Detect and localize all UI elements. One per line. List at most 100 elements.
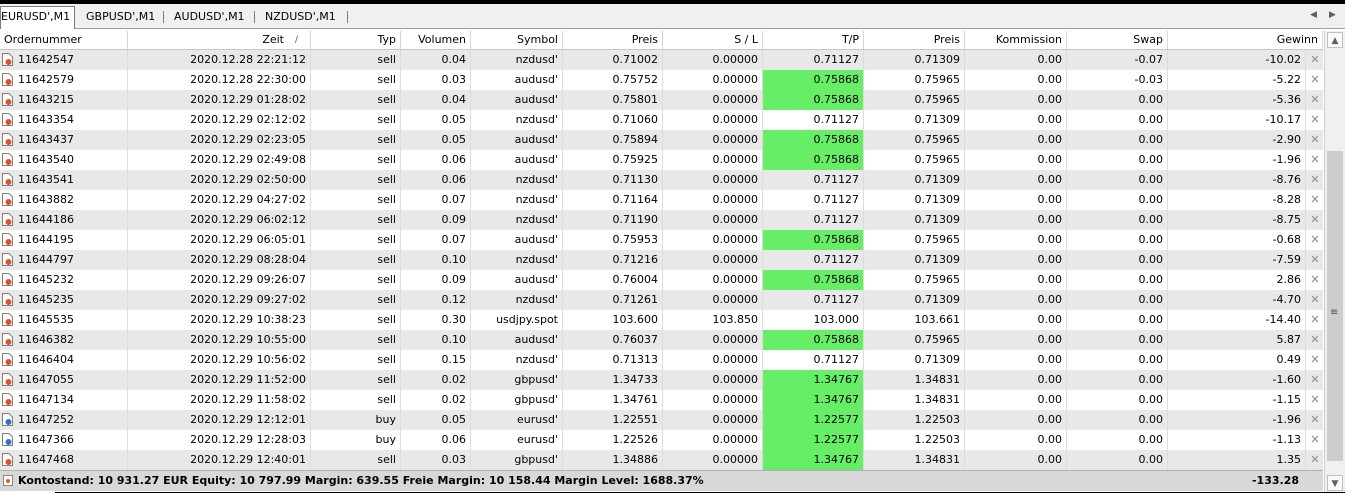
column-header-symbol[interactable]: Symbol (471, 31, 563, 49)
order-number: 11643437 (18, 133, 74, 146)
column-header-gewinn[interactable]: Gewinn (1168, 31, 1323, 49)
sell-order-icon (2, 373, 13, 386)
order-row[interactable]: 11647134 2020.12.29 11:58:02 sell 0.02 gbpus… (0, 390, 1323, 410)
order-row[interactable]: 11643354 2020.12.29 02:12:02 sell 0.05 nzdus… (0, 110, 1323, 130)
order-row[interactable]: 11645535 2020.12.29 10:38:23 sell 0.30 usdjp… (0, 310, 1323, 330)
order-row[interactable]: 11644186 2020.12.29 06:02:12 sell 0.09 nzdus… (0, 210, 1323, 230)
column-header-tp[interactable]: T/P (763, 31, 864, 49)
close-order-icon[interactable]: ✕ (1309, 250, 1321, 270)
scrollbar-thumb[interactable] (1327, 151, 1343, 461)
sell-order-icon (2, 453, 13, 466)
order-row[interactable]: 11643882 2020.12.29 04:27:02 sell 0.07 nzdus… (0, 190, 1323, 210)
tab-gbpusd[interactable]: GBPUSD',M1 (78, 7, 163, 27)
close-order-icon[interactable]: ✕ (1309, 150, 1321, 170)
column-header-swap[interactable]: Swap (1067, 31, 1168, 49)
cell-time: 2020.12.29 10:38:23 (128, 310, 311, 330)
cell-commission: 0.00 (965, 410, 1067, 430)
cell-profit: -5.36 (1168, 90, 1306, 110)
cell-time: 2020.12.28 22:21:12 (128, 50, 311, 70)
close-order-icon[interactable]: ✕ (1309, 370, 1321, 390)
close-order-icon[interactable]: ✕ (1309, 390, 1321, 410)
cell-stop-loss: 0.00000 (663, 330, 763, 350)
column-header-sl[interactable]: S / L (663, 31, 763, 49)
cell-stop-loss: 103.850 (663, 310, 763, 330)
tab-scroll-right-icon[interactable]: ▶ (1329, 10, 1336, 20)
cell-volume: 0.06 (401, 150, 471, 170)
tab-audusd[interactable]: AUDUSD',M1 (166, 7, 253, 27)
cell-profit: -14.40 (1168, 310, 1306, 330)
cell-time: 2020.12.29 11:58:02 (128, 390, 311, 410)
order-row[interactable]: 11642547 2020.12.28 22:21:12 sell 0.04 nzdus… (0, 50, 1323, 70)
order-row[interactable]: 11645235 2020.12.29 09:27:02 sell 0.12 nzdus… (0, 290, 1323, 310)
order-number: 11647468 (18, 453, 74, 466)
order-row[interactable]: 11643437 2020.12.29 02:23:05 sell 0.05 audus… (0, 130, 1323, 150)
order-row[interactable]: 11647252 2020.12.29 12:12:01 buy 0.05 eurusd… (0, 410, 1323, 430)
column-header-current-price[interactable]: Preis (864, 31, 965, 49)
close-order-icon[interactable]: ✕ (1309, 350, 1321, 370)
close-order-icon[interactable]: ✕ (1309, 170, 1321, 190)
column-header-zeit[interactable]: Zeit / (128, 31, 311, 49)
order-row[interactable]: 11643540 2020.12.29 02:49:08 sell 0.06 audus… (0, 150, 1323, 170)
sell-order-icon (2, 273, 13, 286)
order-row[interactable]: 11647366 2020.12.29 12:28:03 buy 0.06 eurusd… (0, 430, 1323, 450)
cell-stop-loss: 0.00000 (663, 50, 763, 70)
tab-scroll-left-icon[interactable]: ◀ (1310, 10, 1317, 20)
scroll-up-icon[interactable]: ▲ (1327, 32, 1343, 48)
cell-take-profit: 0.71127 (763, 210, 864, 230)
order-row[interactable]: 11645232 2020.12.29 09:26:07 sell 0.09 audus… (0, 270, 1323, 290)
scroll-down-icon[interactable]: ▼ (1327, 475, 1343, 491)
close-order-icon[interactable]: ✕ (1309, 450, 1321, 470)
close-order-icon[interactable]: ✕ (1309, 430, 1321, 450)
cell-type: sell (311, 270, 401, 290)
close-order-icon[interactable]: ✕ (1309, 330, 1321, 350)
close-order-icon[interactable]: ✕ (1309, 410, 1321, 430)
cell-commission: 0.00 (965, 310, 1067, 330)
cell-time: 2020.12.29 09:27:02 (128, 290, 311, 310)
column-header-preis[interactable]: Preis (563, 31, 663, 49)
chart-tab-bar: EURUSD',M1 GBPUSD',M1 AUDUSD',M1 NZDUSD'… (0, 4, 1345, 29)
cell-order-number: 11643437 (0, 130, 128, 150)
order-row[interactable]: 11643215 2020.12.29 01:28:02 sell 0.04 audus… (0, 90, 1323, 110)
tab-eurusd[interactable]: EURUSD',M1 (0, 6, 76, 29)
sell-order-icon (2, 73, 13, 86)
close-order-icon[interactable]: ✕ (1309, 90, 1321, 110)
vertical-scrollbar[interactable]: ▲ ≡ ▼ (1324, 31, 1345, 492)
tab-nzdusd[interactable]: NZDUSD',M1 (257, 7, 344, 27)
cell-type: sell (311, 450, 401, 470)
column-header-volumen[interactable]: Volumen (401, 31, 471, 49)
order-row[interactable]: 11646404 2020.12.29 10:56:02 sell 0.15 nzdus… (0, 350, 1323, 370)
close-order-icon[interactable]: ✕ (1309, 210, 1321, 230)
cell-profit: -4.70 (1168, 290, 1306, 310)
close-order-icon[interactable]: ✕ (1309, 70, 1321, 90)
close-order-icon[interactable]: ✕ (1309, 290, 1321, 310)
order-row[interactable]: 11647055 2020.12.29 11:52:00 sell 0.02 gbpus… (0, 370, 1323, 390)
close-order-icon[interactable]: ✕ (1309, 270, 1321, 290)
column-header-typ[interactable]: Typ (311, 31, 401, 49)
order-row[interactable]: 11646382 2020.12.29 10:55:00 sell 0.10 audus… (0, 330, 1323, 350)
cell-commission: 0.00 (965, 230, 1067, 250)
cell-open-price: 0.71164 (563, 190, 663, 210)
order-row[interactable]: 11644195 2020.12.29 06:05:01 sell 0.07 audus… (0, 230, 1323, 250)
sell-order-icon (2, 53, 13, 66)
order-row[interactable]: 11642579 2020.12.28 22:30:00 sell 0.03 audus… (0, 70, 1323, 90)
close-order-icon[interactable]: ✕ (1309, 110, 1321, 130)
cell-time: 2020.12.29 02:49:08 (128, 150, 311, 170)
cell-profit: -1.13 (1168, 430, 1306, 450)
cell-open-price: 1.34886 (563, 450, 663, 470)
close-order-icon[interactable]: ✕ (1309, 50, 1321, 70)
cell-current-price: 0.75965 (864, 330, 965, 350)
close-order-icon[interactable]: ✕ (1309, 310, 1321, 330)
close-order-icon[interactable]: ✕ (1309, 230, 1321, 250)
close-order-icon[interactable]: ✕ (1309, 190, 1321, 210)
column-header-kommission[interactable]: Kommission (965, 31, 1067, 49)
order-row[interactable]: 11647468 2020.12.29 12:40:01 sell 0.03 gbpus… (0, 450, 1323, 470)
order-row[interactable]: 11644797 2020.12.29 08:28:04 sell 0.10 nzdus… (0, 250, 1323, 270)
cell-take-profit: 0.75868 (763, 90, 864, 110)
order-row[interactable]: 11643541 2020.12.29 02:50:00 sell 0.06 nzdus… (0, 170, 1323, 190)
column-header-ordernummer[interactable]: Ordernummer (0, 31, 128, 49)
close-order-icon[interactable]: ✕ (1309, 130, 1321, 150)
cell-commission: 0.00 (965, 170, 1067, 190)
cell-swap: 0.00 (1067, 90, 1168, 110)
cell-take-profit: 0.75868 (763, 230, 864, 250)
cell-volume: 0.06 (401, 170, 471, 190)
